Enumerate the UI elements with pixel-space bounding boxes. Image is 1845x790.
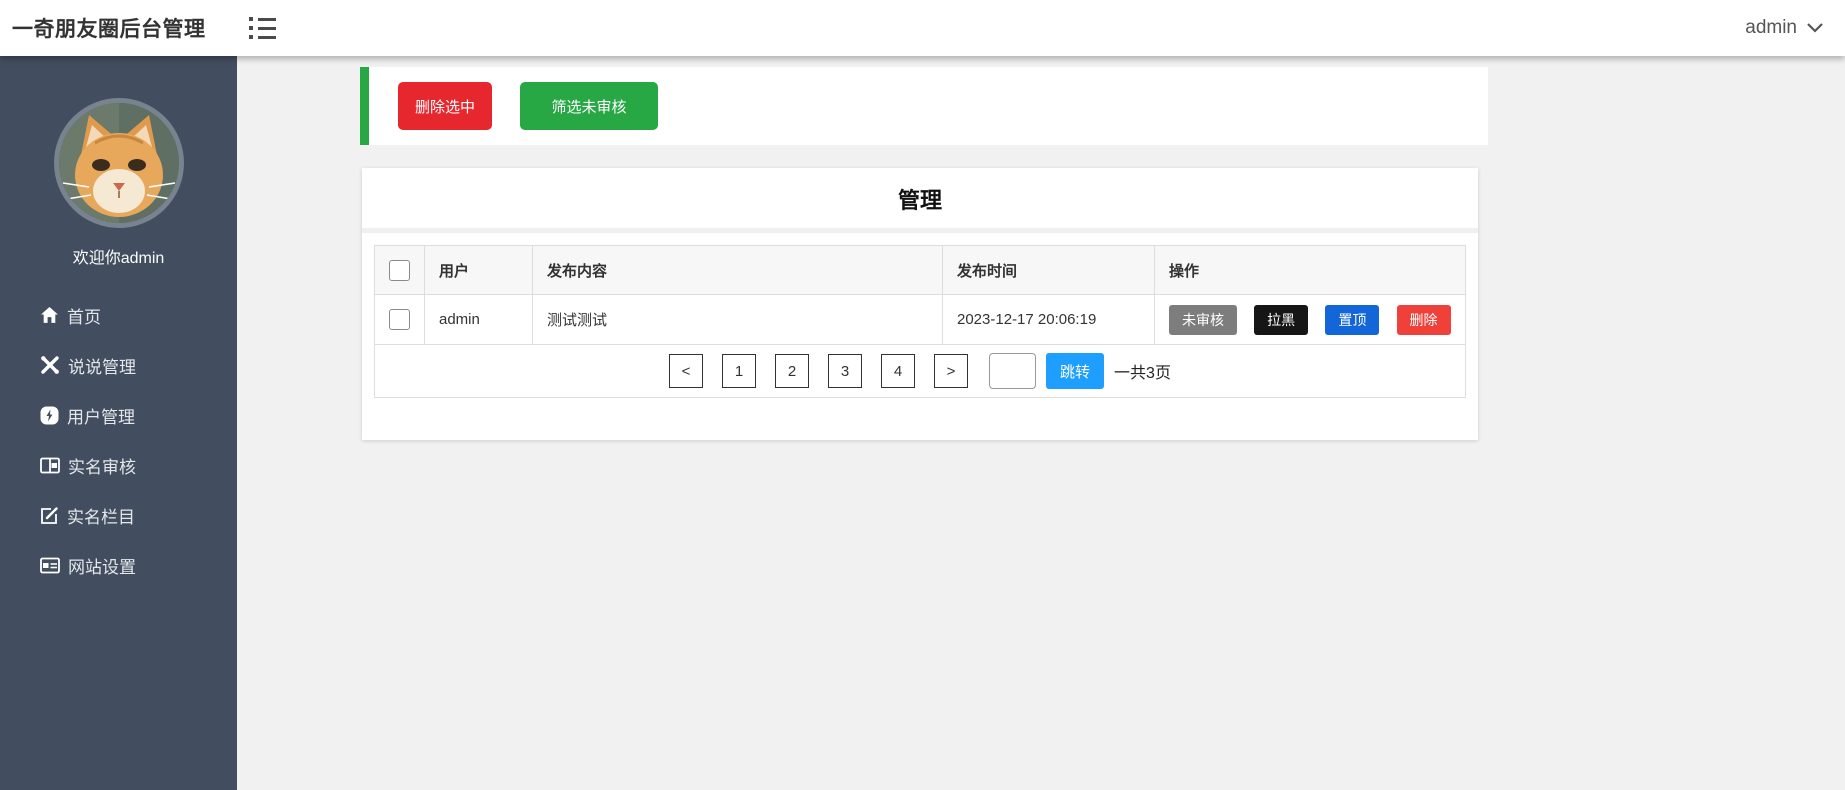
page-button-4[interactable]: 4 xyxy=(881,354,915,388)
sidebar-item-label: 用户管理 xyxy=(67,403,135,428)
sidebar-item-label: 说说管理 xyxy=(68,353,136,378)
users-icon xyxy=(40,406,59,425)
filter-unreviewed-button[interactable]: 筛选未审核 xyxy=(520,82,658,130)
col-user: 用户 xyxy=(425,246,533,295)
prev-page-button[interactable]: < xyxy=(669,354,703,388)
sidebar-item-label: 实名栏目 xyxy=(67,503,135,528)
select-all-checkbox[interactable] xyxy=(389,260,410,281)
posts-icon xyxy=(40,355,60,375)
sidebar-item-users[interactable]: 用户管理 xyxy=(0,390,237,440)
manage-panel: 管理 用户 发布内容 发布时间 操作 xyxy=(362,168,1478,440)
jump-page-input[interactable] xyxy=(989,353,1036,389)
welcome-text: 欢迎你admin xyxy=(0,244,237,268)
sidebar-nav: 首页 说说管理 用户管理 实名审核 xyxy=(0,290,237,590)
sidebar-item-home[interactable]: 首页 xyxy=(0,290,237,340)
user-menu[interactable]: admin xyxy=(1745,17,1823,39)
edit-icon xyxy=(40,506,59,525)
col-time: 发布时间 xyxy=(943,246,1155,295)
sidebar-item-label: 网站设置 xyxy=(68,553,136,578)
sidebar-item-id-review[interactable]: 实名审核 xyxy=(0,440,237,490)
sidebar-item-label: 首页 xyxy=(67,303,101,328)
panel-title: 管理 xyxy=(362,168,1478,233)
toolbar: 删除选中 筛选未审核 xyxy=(360,67,1488,145)
col-actions: 操作 xyxy=(1155,246,1466,295)
sidebar-item-posts[interactable]: 说说管理 xyxy=(0,340,237,390)
row-checkbox[interactable] xyxy=(389,309,410,330)
table-header-row: 用户 发布内容 发布时间 操作 xyxy=(375,246,1466,295)
app-title: 一奇朋友圈后台管理 xyxy=(0,13,206,43)
sidebar-item-label: 实名审核 xyxy=(68,453,136,478)
col-content: 发布内容 xyxy=(533,246,943,295)
sidebar-item-id-column[interactable]: 实名栏目 xyxy=(0,490,237,540)
avatar[interactable] xyxy=(54,98,184,228)
next-page-button[interactable]: > xyxy=(934,354,968,388)
site-settings-icon xyxy=(40,557,60,574)
cell-user: admin xyxy=(425,295,533,345)
cell-time: 2023-12-17 20:06:19 xyxy=(943,295,1155,345)
sidebar: 欢迎你admin 首页 说说管理 用户管理 xyxy=(0,56,237,790)
table-row: admin 测试测试 2023-12-17 20:06:19 未审核 拉黑 置顶… xyxy=(375,295,1466,345)
unreviewed-button[interactable]: 未审核 xyxy=(1169,305,1237,335)
sidebar-item-site-settings[interactable]: 网站设置 xyxy=(0,540,237,590)
pin-top-button[interactable]: 置顶 xyxy=(1325,305,1379,335)
home-icon xyxy=(40,306,59,325)
pagination-row: < 1 2 3 4 > 跳转 一共3页 xyxy=(375,345,1466,398)
app-header: 一奇朋友圈后台管理 admin xyxy=(0,0,1845,56)
total-pages-label: 一共3页 xyxy=(1114,359,1171,383)
id-review-icon xyxy=(40,457,60,474)
page-button-1[interactable]: 1 xyxy=(722,354,756,388)
posts-table: 用户 发布内容 发布时间 操作 admin 测试测试 2023-12-17 20… xyxy=(374,245,1466,398)
menu-list-icon[interactable] xyxy=(249,17,277,39)
cell-content: 测试测试 xyxy=(533,295,943,345)
pagination: < 1 2 3 4 > 跳转 一共3页 xyxy=(375,353,1465,389)
user-name: admin xyxy=(1745,17,1797,39)
jump-button[interactable]: 跳转 xyxy=(1046,353,1104,389)
cell-actions: 未审核 拉黑 置顶 删除 xyxy=(1155,295,1466,345)
chevron-down-icon xyxy=(1807,23,1823,33)
blacklist-button[interactable]: 拉黑 xyxy=(1254,305,1308,335)
page-button-3[interactable]: 3 xyxy=(828,354,862,388)
page-button-2[interactable]: 2 xyxy=(775,354,809,388)
main-content: 删除选中 筛选未审核 管理 用户 发布内容 发布时间 操作 xyxy=(237,56,1845,790)
delete-selected-button[interactable]: 删除选中 xyxy=(398,82,492,130)
delete-button[interactable]: 删除 xyxy=(1397,305,1451,335)
